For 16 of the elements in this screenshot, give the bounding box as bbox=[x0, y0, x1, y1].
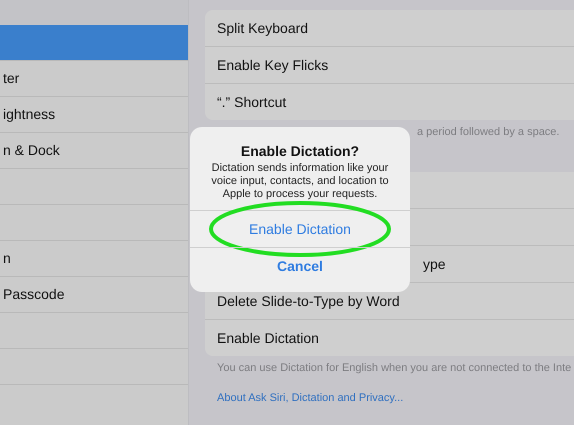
sidebar-item[interactable]: Passcode bbox=[0, 277, 188, 313]
sidebar-item[interactable] bbox=[0, 25, 188, 61]
settings-row[interactable]: Enable Dictation bbox=[205, 320, 574, 356]
dialog-message: Dictation sends information like your voice input, contacts, and location to Apple to process your requests. bbox=[210, 161, 390, 202]
dialog-title: Enable Dictation? bbox=[240, 143, 360, 159]
cancel-button[interactable]: Cancel bbox=[273, 258, 327, 274]
footer-text: a period followed by a space. bbox=[417, 126, 560, 138]
sidebar-item[interactable]: n & Dock bbox=[0, 133, 188, 169]
footer-text: You can use Dictation for English when you are not connected to the Inte bbox=[216, 361, 572, 376]
sidebar-item[interactable]: ightness bbox=[0, 97, 188, 133]
settings-row[interactable]: “.” Shortcut bbox=[205, 84, 574, 120]
enable-dictation-button[interactable]: Enable Dictation bbox=[245, 221, 355, 237]
sidebar-item[interactable]: n bbox=[0, 241, 188, 277]
settings-row[interactable]: Enable Key Flicks bbox=[205, 47, 574, 84]
settings-row[interactable]: Split Keyboard bbox=[205, 10, 574, 47]
sidebar-item[interactable]: ter bbox=[0, 61, 188, 97]
